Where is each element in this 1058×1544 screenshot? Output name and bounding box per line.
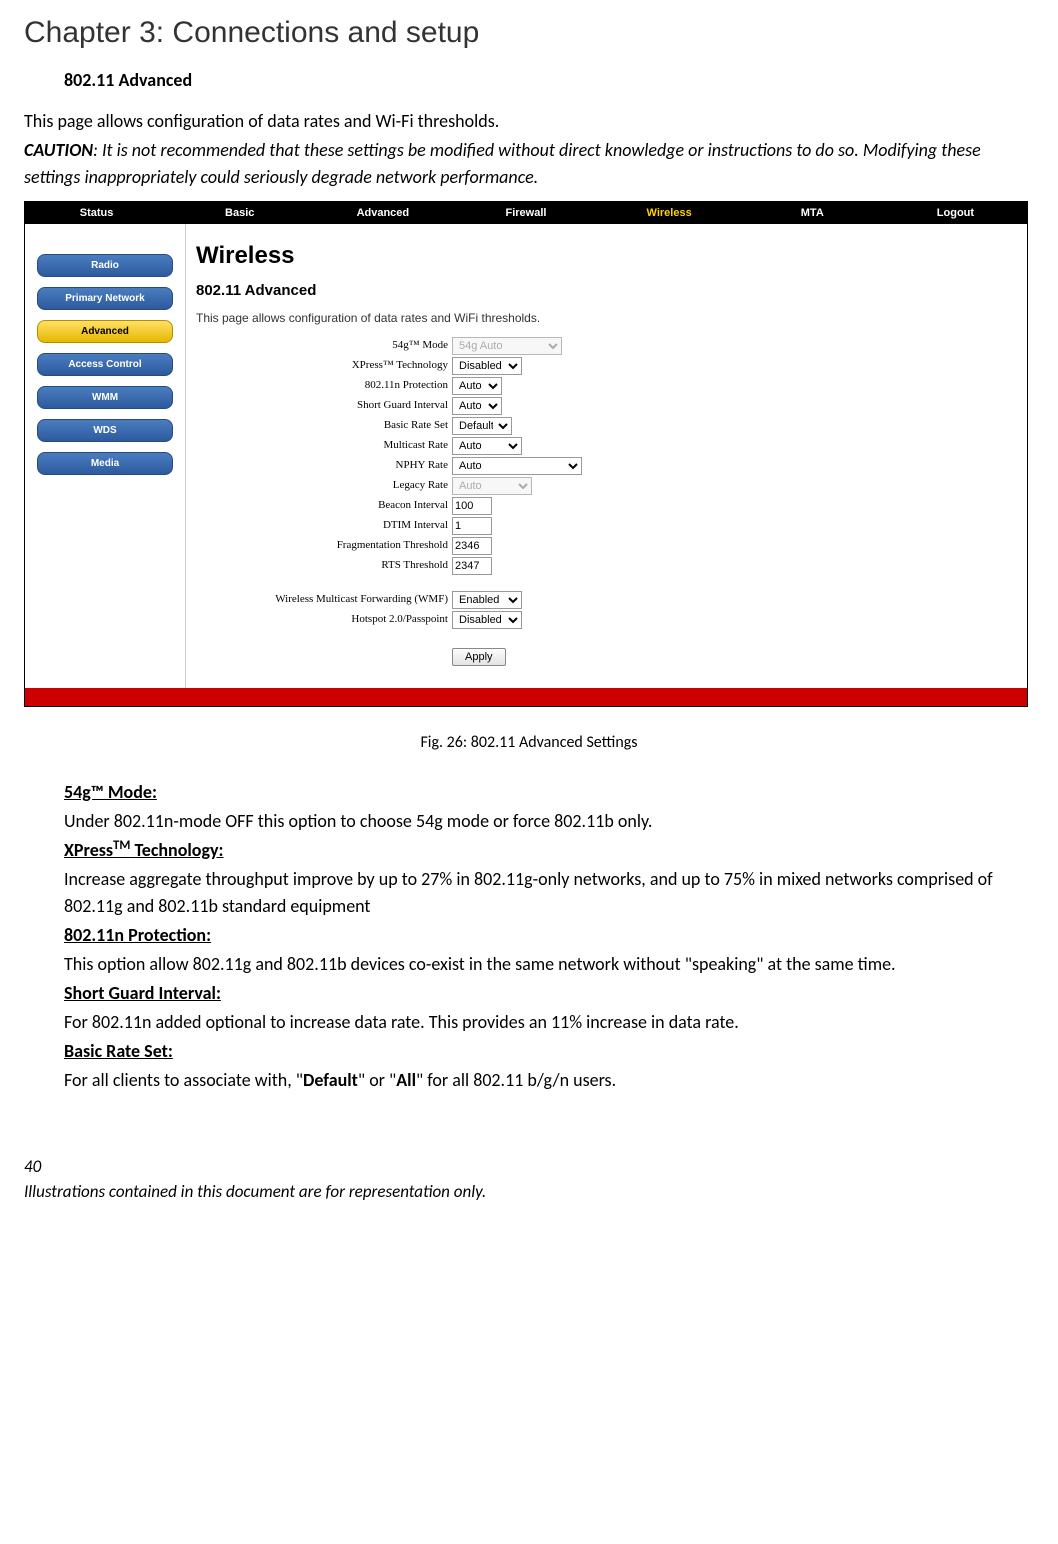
field-label: 54g™ Mode	[196, 337, 452, 354]
form-row: NPHY RateAuto	[196, 457, 1017, 475]
field-label: Multicast Rate	[196, 437, 452, 454]
form-row: Legacy RateAuto	[196, 477, 1017, 495]
sidebar-item-advanced[interactable]: Advanced	[37, 320, 173, 343]
top-tab-basic[interactable]: Basic	[168, 201, 311, 226]
definition-term: Short Guard Interval:	[64, 982, 221, 1004]
router-main-panel: Wireless 802.11 Advanced This page allow…	[185, 224, 1027, 688]
field-label: XPress™ Technology	[196, 357, 452, 374]
field-label: NPHY Rate	[196, 457, 452, 474]
definition-term: Basic Rate Set:	[64, 1040, 173, 1062]
top-tab-wireless[interactable]: Wireless	[598, 201, 741, 226]
definition-term: 54g™ Mode:	[64, 781, 157, 803]
page-number: 40	[24, 1154, 1034, 1180]
field-input[interactable]	[452, 537, 492, 555]
field-input[interactable]: Enabled	[452, 591, 522, 609]
top-tab-advanced[interactable]: Advanced	[311, 201, 454, 226]
caution-paragraph: CAUTION: It is not recommended that thes…	[24, 137, 1034, 191]
field-input[interactable]: Auto	[452, 377, 502, 395]
field-input[interactable]: Auto	[452, 397, 502, 415]
field-input: Auto	[452, 477, 532, 495]
sidebar-item-wmm[interactable]: WMM	[37, 386, 173, 409]
caution-text: : It is not recommended that these setti…	[24, 139, 981, 188]
form-row: Beacon Interval	[196, 497, 1017, 515]
field-label: Beacon Interval	[196, 497, 452, 514]
router-top-nav: StatusBasicAdvancedFirewallWirelessMTALo…	[25, 202, 1027, 224]
field-label: Basic Rate Set	[196, 417, 452, 434]
form-row: Basic Rate SetDefault	[196, 417, 1017, 435]
caution-label: CAUTION	[24, 139, 93, 161]
definitions-list: 54g™ Mode: Under 802.11n-mode OFF this op…	[64, 779, 994, 1094]
field-input[interactable]: Auto	[452, 457, 582, 475]
form-row: Hotspot 2.0/PasspointDisabled	[196, 611, 1017, 629]
section-title: 802.11 Advanced	[64, 67, 1034, 94]
router-screenshot: StatusBasicAdvancedFirewallWirelessMTALo…	[24, 201, 1028, 707]
form-row: XPress™ TechnologyDisabled	[196, 357, 1017, 375]
definition-text: For 802.11n added optional to increase d…	[64, 1009, 994, 1036]
form-row: Wireless Multicast Forwarding (WMF)Enabl…	[196, 591, 1017, 609]
field-input[interactable]	[452, 557, 492, 575]
field-input[interactable]	[452, 497, 492, 515]
field-label: 802.11n Protection	[196, 377, 452, 394]
form-row: DTIM Interval	[196, 517, 1017, 535]
field-label: Wireless Multicast Forwarding (WMF)	[196, 591, 452, 608]
form-row: RTS Threshold	[196, 557, 1017, 575]
sidebar-item-wds[interactable]: WDS	[37, 419, 173, 442]
chapter-title: Chapter 3: Connections and setup	[24, 10, 1034, 55]
form-row: Short Guard IntervalAuto	[196, 397, 1017, 415]
field-label: Legacy Rate	[196, 477, 452, 494]
form-row: 802.11n ProtectionAuto	[196, 377, 1017, 395]
intro-text: This page allows configuration of data r…	[24, 108, 1034, 135]
settings-form-group-2: Wireless Multicast Forwarding (WMF)Enabl…	[196, 591, 1017, 629]
sidebar-item-access-control[interactable]: Access Control	[37, 353, 173, 376]
definition-text: For all clients to associate with, "Defa…	[64, 1067, 994, 1094]
apply-button[interactable]: Apply	[452, 648, 506, 666]
sidebar-item-radio[interactable]: Radio	[37, 254, 173, 277]
form-row: 54g™ Mode54g Auto	[196, 337, 1017, 355]
field-input[interactable]: Disabled	[452, 357, 522, 375]
top-tab-logout[interactable]: Logout	[884, 201, 1027, 226]
field-input[interactable]: Auto	[452, 437, 522, 455]
definition-text: This option allow 802.11g and 802.11b de…	[64, 951, 994, 978]
field-label: RTS Threshold	[196, 557, 452, 574]
page-footer: 40 Illustrations contained in this docum…	[24, 1154, 1034, 1205]
field-label: Fragmentation Threshold	[196, 537, 452, 554]
settings-form-group-1: 54g™ Mode54g AutoXPress™ TechnologyDisab…	[196, 337, 1017, 575]
form-row: Multicast RateAuto	[196, 437, 1017, 455]
definition-term: 802.11n Protection:	[64, 924, 211, 946]
router-bottom-bar	[25, 688, 1027, 706]
sidebar-item-media[interactable]: Media	[37, 452, 173, 475]
sidebar-item-primary-network[interactable]: Primary Network	[37, 287, 173, 310]
field-input[interactable]	[452, 517, 492, 535]
field-label: DTIM Interval	[196, 517, 452, 534]
definition-text: Increase aggregate throughput improve by…	[64, 866, 994, 920]
top-tab-firewall[interactable]: Firewall	[454, 201, 597, 226]
top-tab-status[interactable]: Status	[25, 201, 168, 226]
field-label: Short Guard Interval	[196, 397, 452, 414]
form-row: Fragmentation Threshold	[196, 537, 1017, 555]
router-sub-heading: 802.11 Advanced	[196, 280, 1017, 303]
field-label: Hotspot 2.0/Passpoint	[196, 611, 452, 628]
definition-term: XPressTM Technology:	[64, 839, 224, 861]
footer-note: Illustrations contained in this document…	[24, 1179, 1034, 1205]
field-input[interactable]: Disabled	[452, 611, 522, 629]
router-main-desc: This page allows configuration of data r…	[196, 309, 1017, 327]
figure-caption: Fig. 26: 802.11 Advanced Settings	[24, 731, 1034, 755]
router-sidebar: Radio Primary Network Advanced Access Contr…	[25, 224, 185, 688]
definition-text: Under 802.11n-mode OFF this option to ch…	[64, 808, 994, 835]
router-main-heading: Wireless	[196, 238, 1017, 274]
top-tab-mta[interactable]: MTA	[741, 201, 884, 226]
field-input[interactable]: Default	[452, 417, 512, 435]
field-input: 54g Auto	[452, 337, 562, 355]
